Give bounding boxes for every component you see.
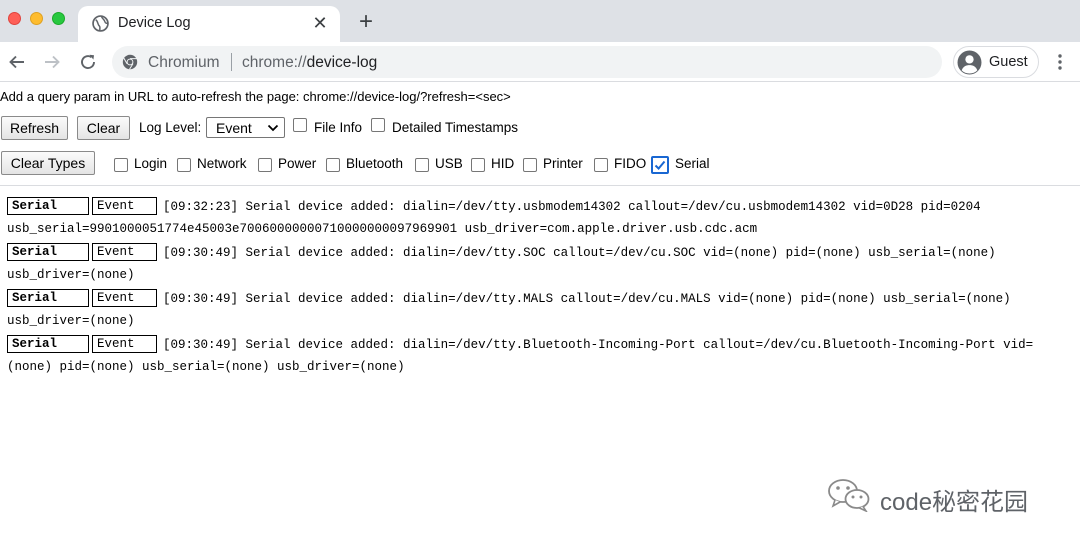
log-level-tag: Event xyxy=(92,335,157,353)
auto-refresh-hint: Add a query param in URL to auto-refresh… xyxy=(0,89,511,104)
detailed-timestamps-label: Detailed Timestamps xyxy=(392,120,519,135)
arrow-left-icon xyxy=(9,55,24,69)
log-level-tag: Event xyxy=(92,289,157,307)
clear-button[interactable]: Clear xyxy=(77,116,130,140)
log-type-tag: Serial xyxy=(7,197,89,215)
more-vertical-icon xyxy=(1058,54,1062,70)
log-level-select[interactable]: Event xyxy=(206,117,285,138)
log-level-tag: Event xyxy=(92,243,157,261)
browser-menu-button[interactable] xyxy=(1050,50,1070,74)
url-scheme: chrome:// xyxy=(242,54,307,71)
type-hid-label: HID xyxy=(491,156,515,171)
watermark: code秘密花园 xyxy=(826,478,1056,516)
avatar-icon xyxy=(957,50,982,75)
log-entry: Serial Event [09:30:49] Serial device adde… xyxy=(7,334,1067,378)
type-hid-checkbox[interactable] xyxy=(471,158,485,172)
minimize-window-button[interactable] xyxy=(30,12,43,25)
type-login-label: Login xyxy=(134,156,168,171)
url-host: device-log xyxy=(306,54,378,71)
watermark-text: code秘密花园 xyxy=(880,489,1029,516)
log-type-tag: Serial xyxy=(7,243,89,261)
site-name: Chromium xyxy=(148,54,220,71)
log-level-value: Event xyxy=(216,120,252,136)
log-timestamp: [09:30:49] xyxy=(163,338,239,352)
detailed-timestamps-checkbox[interactable] xyxy=(371,118,385,132)
new-tab-button[interactable]: + xyxy=(352,8,380,36)
type-serial-label: Serial xyxy=(675,156,710,171)
type-usb-label: USB xyxy=(435,156,463,171)
tab-strip: Device Log ✕ + xyxy=(0,0,1080,42)
close-tab-icon[interactable]: ✕ xyxy=(310,13,330,33)
log-level-label: Log Level: xyxy=(139,120,202,135)
file-info-label: File Info xyxy=(314,120,363,135)
zoom-window-button[interactable] xyxy=(52,12,65,25)
log-level-tag: Event xyxy=(92,197,157,215)
checkmark-icon xyxy=(654,160,666,170)
url-text: chrome://device-log xyxy=(242,54,377,72)
log-timestamp: [09:30:49] xyxy=(163,292,239,306)
address-bar[interactable]: Chromium chrome://device-log xyxy=(112,46,942,78)
type-usb-checkbox[interactable] xyxy=(415,158,429,172)
type-network-checkbox[interactable] xyxy=(177,158,191,172)
log-type-tag: Serial xyxy=(7,335,89,353)
arrow-right-icon xyxy=(45,55,60,69)
type-login-checkbox[interactable] xyxy=(114,158,128,172)
log-timestamp: [09:32:23] xyxy=(163,200,239,214)
type-bluetooth-label: Bluetooth xyxy=(346,156,404,171)
type-network-label: Network xyxy=(197,156,247,171)
log-message: Serial device added: dialin=/dev/tty.Blu… xyxy=(7,338,1034,374)
log-message: Serial device added: dialin=/dev/tty.MAL… xyxy=(7,292,1011,328)
reload-icon xyxy=(81,54,95,69)
wechat-icon xyxy=(828,479,870,512)
globe-icon xyxy=(92,15,109,32)
log-timestamp: [09:30:49] xyxy=(163,246,239,260)
refresh-button[interactable]: Refresh xyxy=(1,116,68,140)
type-fido-checkbox[interactable] xyxy=(594,158,608,172)
type-serial-checkbox[interactable] xyxy=(651,156,669,174)
type-power-checkbox[interactable] xyxy=(258,158,272,172)
log-entry: Serial Event [09:32:23] Serial device adde… xyxy=(7,196,1067,240)
chromium-icon xyxy=(122,54,138,70)
type-fido-label: FIDO xyxy=(614,156,647,171)
browser-toolbar: Chromium chrome://device-log Guest xyxy=(0,42,1080,82)
type-printer-checkbox[interactable] xyxy=(523,158,537,172)
reload-button[interactable] xyxy=(76,50,100,74)
type-printer-label: Printer xyxy=(543,156,583,171)
log-entry: Serial Event [09:30:49] Serial device adde… xyxy=(7,242,1067,286)
chevron-down-icon xyxy=(267,124,279,132)
log-type-tag: Serial xyxy=(7,289,89,307)
forward-button[interactable] xyxy=(40,50,64,74)
profile-label: Guest xyxy=(989,54,1028,70)
clear-types-button[interactable]: Clear Types xyxy=(1,151,95,175)
close-window-button[interactable] xyxy=(8,12,21,25)
file-info-checkbox[interactable] xyxy=(293,118,307,132)
omnibox-separator xyxy=(231,53,232,71)
back-button[interactable] xyxy=(5,50,29,74)
type-power-label: Power xyxy=(278,156,317,171)
profile-button[interactable]: Guest xyxy=(953,46,1039,78)
type-bluetooth-checkbox[interactable] xyxy=(326,158,340,172)
tab-title: Device Log xyxy=(118,15,191,31)
log-entry: Serial Event [09:30:49] Serial device adde… xyxy=(7,288,1067,332)
tab-device-log[interactable]: Device Log ✕ xyxy=(78,6,340,42)
